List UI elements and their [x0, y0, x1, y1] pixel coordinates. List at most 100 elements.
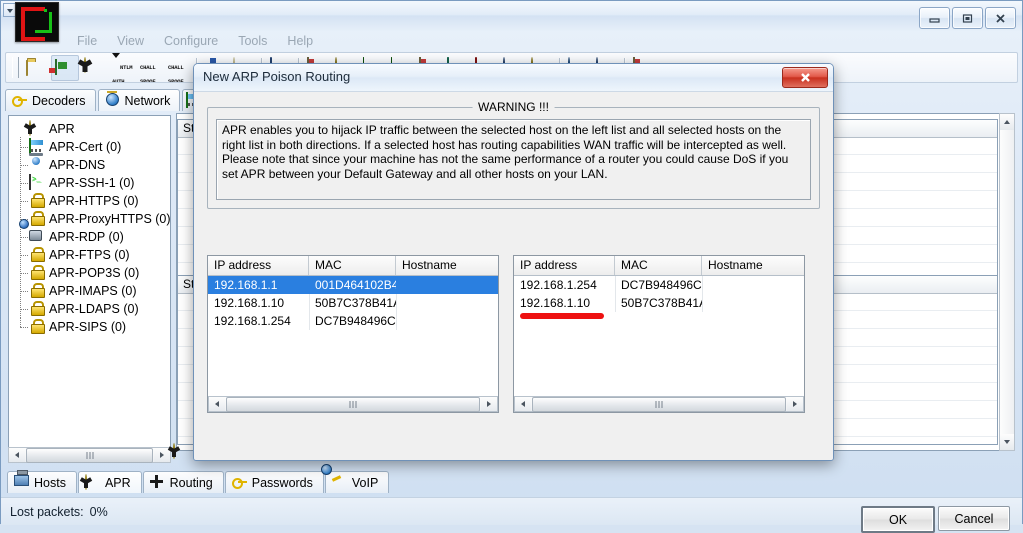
rdp-icon [29, 229, 45, 245]
sidebar-item-apr-ldaps[interactable]: APR-LDAPS (0) [13, 299, 170, 318]
tab-apr-label: APR [104, 475, 131, 490]
column-mac[interactable]: MAC [615, 256, 702, 275]
tab-decoders[interactable]: Decoders [5, 89, 96, 111]
scroll-left-button[interactable] [209, 397, 225, 411]
sidebar-item-apr-pop3s[interactable]: APR-POP3S (0) [13, 263, 170, 282]
window-controls [919, 7, 1016, 29]
sidebar-item-apr-sips[interactable]: APR-SIPS (0) [13, 317, 170, 336]
sidebar-item-apr-imaps[interactable]: APR-IMAPS (0) [13, 281, 170, 300]
scroll-thumb[interactable] [226, 396, 480, 412]
cell-mac: DC7B948496C0 [621, 278, 702, 292]
close-button[interactable] [985, 7, 1016, 29]
scroll-left-button[interactable] [9, 448, 25, 462]
table-row[interactable]: 192.168.1.1 001D464102B4 [208, 276, 498, 294]
tab-network-label: Network [124, 93, 171, 108]
move-icon [149, 475, 165, 490]
table-row[interactable]: 192.168.1.10 50B7C378B41A [208, 294, 498, 312]
lock-icon [29, 319, 45, 335]
tab-apr[interactable]: APR [77, 471, 142, 493]
radiation-icon [79, 474, 100, 490]
warning-groupbox: WARNING !!! APR enables you to hijack IP… [207, 100, 820, 209]
menu-help[interactable]: Help [277, 32, 323, 50]
monitor-icon [14, 475, 29, 490]
scroll-thumb[interactable] [26, 447, 153, 463]
column-hostname[interactable]: Hostname [702, 256, 804, 275]
menu-configure[interactable]: Configure [154, 32, 228, 50]
menubar: File View Configure Tools Help [1, 31, 1022, 51]
red-underline-annotation [520, 313, 604, 319]
right-host-list-header: IP address MAC Hostname [514, 256, 804, 276]
scroll-right-button[interactable] [787, 397, 803, 411]
toolbar-chall-spoof-reset-button[interactable]: CHALLSPOOFRESET [137, 56, 163, 82]
tab-routing[interactable]: Routing [142, 471, 224, 493]
column-hostname[interactable]: Hostname [396, 256, 498, 275]
tree-root-apr[interactable]: APR [13, 120, 170, 138]
menu-view[interactable]: View [107, 32, 154, 50]
warning-text: APR enables you to hijack IP traffic bet… [216, 119, 811, 200]
left-host-list[interactable]: IP address MAC Hostname 192.168.1.1 001D… [207, 255, 499, 413]
left-list-horizontal-scrollbar[interactable] [208, 396, 498, 412]
cell-mac: DC7B948496C0 [315, 314, 396, 328]
column-ip-address[interactable]: IP address [208, 256, 309, 275]
cell-ip-address: 192.168.1.254 [214, 314, 291, 328]
sidebar-item-label: APR-SSH-1 (0) [49, 176, 135, 190]
menu-tools[interactable]: Tools [228, 32, 277, 50]
cancel-button[interactable]: Cancel [938, 506, 1010, 531]
sidebar-item-apr-rdp[interactable]: APR-RDP (0) [13, 227, 170, 246]
sidebar-item-apr-ssh1[interactable]: >_ APR-SSH-1 (0) [13, 173, 170, 192]
left-host-list-rows: 192.168.1.1 001D464102B4 192.168.1.10 50… [208, 276, 498, 330]
sidebar-item-label: APR-POP3S (0) [49, 266, 140, 280]
toolbar-grip[interactable] [12, 57, 19, 78]
sidebar-item-apr-dns[interactable]: APR-DNS [13, 155, 170, 174]
toolbar-network-card-button[interactable] [51, 54, 79, 81]
scroll-right-button[interactable] [481, 397, 497, 411]
scroll-up-button[interactable] [1000, 114, 1014, 130]
toolbar-open-file-button[interactable] [23, 56, 49, 80]
apr-tree-panel[interactable]: APR APR-Cert (0) APR-DNS >_ APR-SSH-1 (0… [8, 115, 171, 455]
right-host-list[interactable]: IP address MAC Hostname 192.168.1.254 DC… [513, 255, 805, 413]
tree-indent [13, 173, 29, 192]
toolbar-start-apr-button[interactable] [77, 56, 107, 80]
tab-decoders-label: Decoders [32, 93, 86, 108]
column-mac[interactable]: MAC [309, 256, 396, 275]
table-row[interactable]: 192.168.1.10 50B7C378B41A [514, 294, 804, 312]
table-row[interactable]: 192.168.1.254 DC7B948496C0 [514, 276, 804, 294]
radiation-icon [77, 56, 104, 78]
scroll-left-button[interactable] [515, 397, 531, 411]
tree-indent [13, 281, 29, 300]
sidebar-item-apr-proxyhttps[interactable]: APR-ProxyHTTPS (0) [13, 209, 170, 228]
ok-button[interactable]: OK [861, 506, 935, 533]
scroll-thumb[interactable] [532, 396, 786, 412]
mdi-vertical-scrollbar[interactable] [999, 113, 1015, 451]
tab-voip-label: VoIP [351, 475, 379, 490]
sidebar-item-label: APR-HTTPS (0) [49, 194, 139, 208]
lock-icon [29, 301, 45, 317]
tab-passwords-label: Passwords [251, 475, 313, 490]
cell-mac: 50B7C378B41A [315, 296, 396, 310]
tree-horizontal-scrollbar[interactable] [8, 447, 171, 463]
dialog-close-button[interactable] [782, 67, 828, 88]
folder-icon [26, 58, 46, 78]
scroll-down-button[interactable] [1000, 434, 1014, 450]
table-row[interactable]: 192.168.1.254 DC7B948496C0 [208, 312, 498, 330]
right-list-horizontal-scrollbar[interactable] [514, 396, 804, 412]
tab-network[interactable]: Network [97, 89, 181, 111]
tab-passwords[interactable]: Passwords [224, 471, 324, 493]
toolbar-chall-spoof-ntlm-button[interactable]: CHALLSPOOFNTLM [165, 56, 191, 82]
terminal-icon: >_ [29, 174, 45, 191]
sidebar-item-apr-https[interactable]: APR-HTTPS (0) [13, 191, 170, 210]
tab-hosts[interactable]: Hosts [7, 471, 77, 493]
column-ip-address[interactable]: IP address [514, 256, 615, 275]
tree-indent [13, 227, 29, 246]
tab-voip[interactable]: VoIP [324, 471, 390, 493]
minimize-button[interactable] [919, 7, 950, 29]
cell-ip-address: 192.168.1.10 [520, 296, 591, 310]
restore-button[interactable] [952, 7, 983, 29]
toolbar-ntlm-auth-button[interactable]: NTLM AUTH [109, 53, 135, 82]
sidebar-item-apr-ftps[interactable]: APR-FTPS (0) [13, 245, 170, 264]
menu-file[interactable]: File [67, 32, 107, 50]
lost-packets-label: Lost packets: [10, 504, 84, 519]
ntlm-auth-icon: NTLM AUTH [112, 53, 133, 82]
close-icon [800, 73, 810, 82]
warning-legend: WARNING !!! [472, 100, 555, 114]
